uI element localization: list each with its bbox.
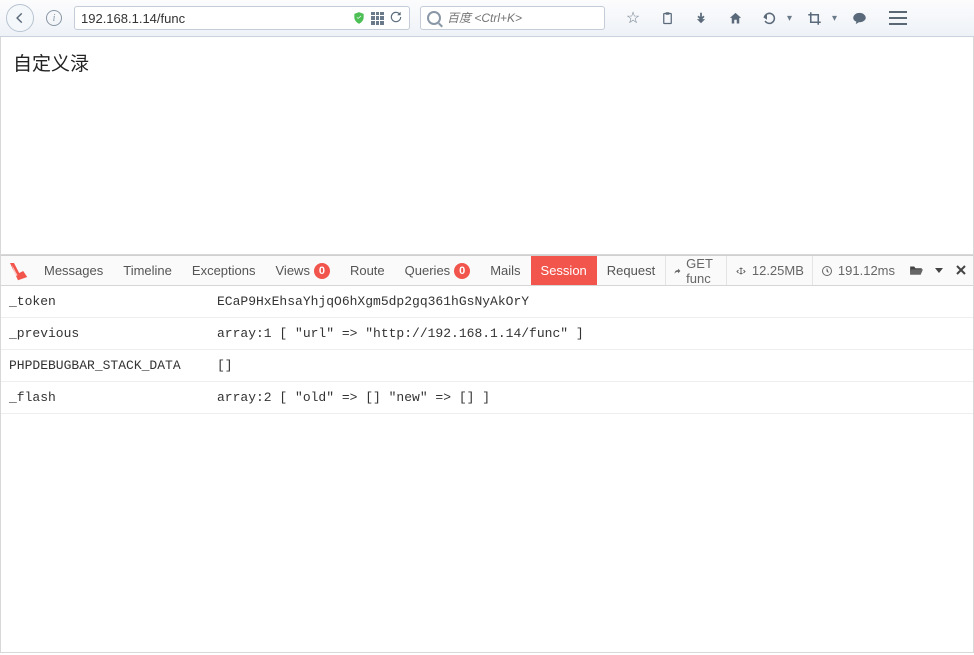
crop-dropdown-icon[interactable]: ▾ [832, 13, 837, 24]
star-icon[interactable]: ☆ [621, 6, 645, 30]
close-icon[interactable] [955, 263, 967, 279]
crop-icon[interactable] [802, 6, 826, 30]
debugbar-meta: GET func 12.25MB 191.12ms [665, 256, 973, 285]
session-key: PHPDEBUGBAR_STACK_DATA [9, 358, 217, 373]
collapse-icon[interactable] [933, 263, 945, 279]
session-row[interactable]: _flash array:2 [ "old" => [] "new" => []… [1, 382, 973, 414]
clipboard-icon[interactable] [655, 6, 679, 30]
page-heading: 自定义渌 [13, 49, 961, 76]
meta-memory: 12.25MB [726, 256, 812, 285]
tab-mails[interactable]: Mails [480, 256, 530, 285]
search-input[interactable] [447, 11, 604, 25]
session-value: array:2 [ "old" => [] "new" => [] ] [217, 390, 965, 405]
download-icon[interactable] [689, 6, 713, 30]
home-icon[interactable] [723, 6, 747, 30]
tab-queries[interactable]: Queries 0 [395, 256, 481, 285]
tab-views[interactable]: Views 0 [266, 256, 340, 285]
views-badge: 0 [314, 263, 330, 279]
session-row[interactable]: PHPDEBUGBAR_STACK_DATA [] [1, 350, 973, 382]
tab-views-label: Views [276, 263, 310, 278]
debugbar-body: _token ECaP9HxEhsaYhjqO6hXgm5dp2gq361hGs… [1, 286, 973, 652]
qr-icon[interactable] [371, 12, 384, 25]
page-content: 自定义渌 [0, 37, 974, 255]
url-bar-icons [346, 10, 409, 27]
debugbar-header: Messages Timeline Exceptions Views 0 Rou… [1, 256, 973, 286]
meta-time: 191.12ms [812, 256, 903, 285]
info-icon[interactable]: i [46, 10, 62, 26]
laravel-logo-icon[interactable] [1, 256, 34, 285]
search-icon [427, 11, 441, 25]
session-row[interactable]: _previous array:1 [ "url" => "http://192… [1, 318, 973, 350]
session-row[interactable]: _token ECaP9HxEhsaYhjqO6hXgm5dp2gq361hGs… [1, 286, 973, 318]
session-key: _flash [9, 390, 217, 405]
meta-request-text: GET func [686, 256, 718, 286]
debugbar: Messages Timeline Exceptions Views 0 Rou… [0, 255, 974, 653]
bubble-icon[interactable] [847, 6, 871, 30]
meta-request[interactable]: GET func [665, 256, 726, 285]
tab-queries-label: Queries [405, 263, 451, 278]
queries-badge: 0 [454, 263, 470, 279]
browser-toolbar: i ☆ ▾ ▾ [0, 0, 974, 37]
undo-dropdown-icon[interactable]: ▾ [787, 13, 792, 24]
toolbar-right-icons: ☆ ▾ ▾ [621, 6, 907, 30]
session-value: array:1 [ "url" => "http://192.168.1.14/… [217, 326, 965, 341]
tab-request[interactable]: Request [597, 256, 665, 285]
search-bar [420, 6, 605, 30]
session-value: ECaP9HxEhsaYhjqO6hXgm5dp2gq361hGsNyAkOrY [217, 294, 965, 309]
debugbar-tabs: Messages Timeline Exceptions Views 0 Rou… [34, 256, 665, 285]
session-value: [] [217, 358, 965, 373]
refresh-icon[interactable] [389, 10, 403, 27]
url-input[interactable] [75, 11, 346, 26]
nav-buttons [6, 4, 34, 32]
tab-messages[interactable]: Messages [34, 256, 113, 285]
back-button[interactable] [6, 4, 34, 32]
tab-route[interactable]: Route [340, 256, 395, 285]
tab-session[interactable]: Session [531, 256, 597, 285]
url-bar [74, 6, 410, 30]
folder-icon[interactable] [909, 263, 923, 279]
meta-memory-text: 12.25MB [752, 263, 804, 278]
undo-icon[interactable] [757, 6, 781, 30]
debugbar-controls [903, 263, 973, 279]
shield-icon[interactable] [352, 11, 366, 25]
tab-exceptions[interactable]: Exceptions [182, 256, 266, 285]
tab-timeline[interactable]: Timeline [113, 256, 182, 285]
menu-icon[interactable] [889, 11, 907, 25]
session-key: _token [9, 294, 217, 309]
meta-time-text: 191.12ms [838, 263, 895, 278]
session-key: _previous [9, 326, 217, 341]
